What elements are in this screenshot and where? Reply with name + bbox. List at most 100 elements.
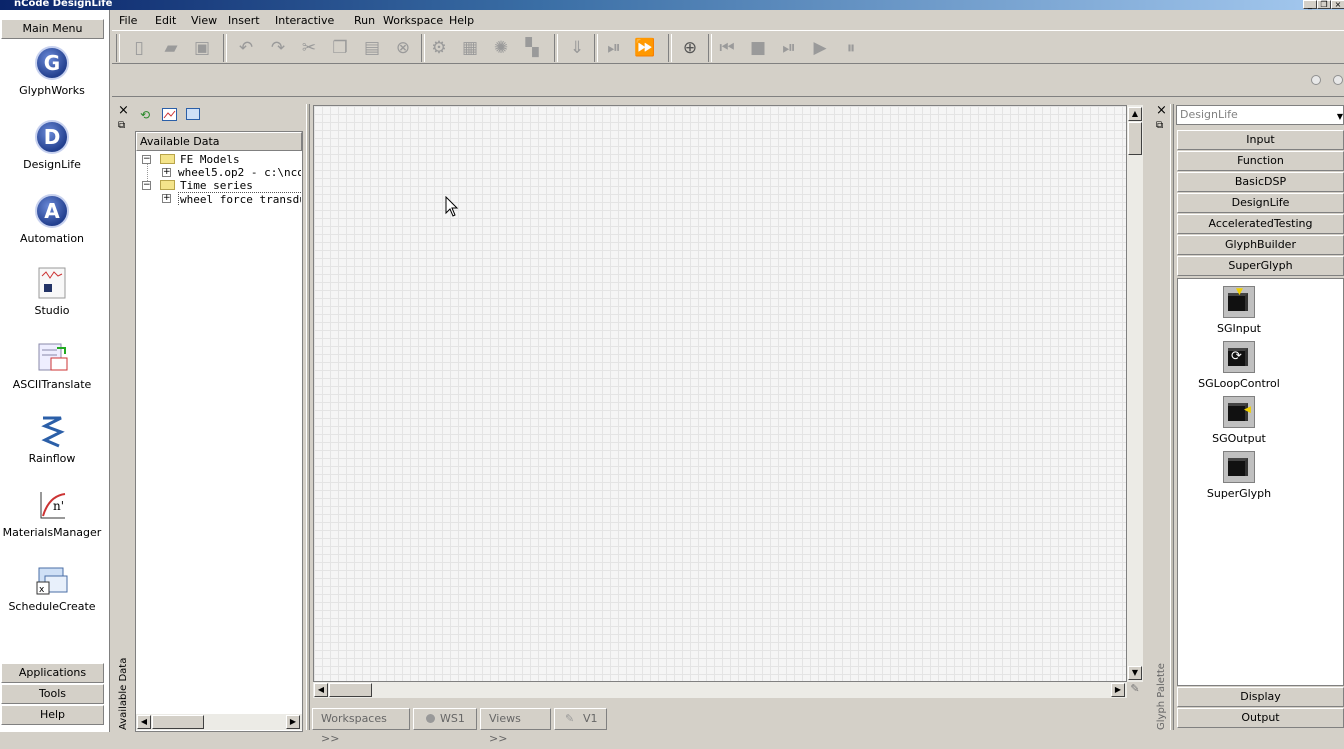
chevron-down-icon[interactable]: ▼ <box>1337 108 1343 126</box>
category-output[interactable]: Output <box>1177 708 1344 728</box>
launcher-designlife[interactable]: D DesignLife <box>0 118 104 171</box>
category-acceleratedtesting[interactable]: AcceleratedTesting <box>1177 214 1344 234</box>
menu-view[interactable]: View <box>191 14 217 27</box>
option-dot-icon[interactable] <box>1333 75 1343 85</box>
properties-icon[interactable]: ⚙ <box>426 35 452 61</box>
collapse-icon[interactable]: − <box>142 155 151 164</box>
category-input[interactable]: Input <box>1177 130 1344 150</box>
splitter[interactable] <box>1170 104 1174 730</box>
menu-edit[interactable]: Edit <box>155 14 176 27</box>
paste-icon[interactable]: ▤ <box>359 35 385 61</box>
menu-insert[interactable]: Insert <box>228 14 260 27</box>
designlife-icon: D <box>35 120 69 154</box>
category-function[interactable]: Function <box>1177 151 1344 171</box>
browse-data-icon[interactable] <box>186 108 200 120</box>
canvas-hscrollbar[interactable]: ◀ ▶ <box>313 682 1127 698</box>
pin-icon[interactable]: ✎ <box>1127 682 1143 698</box>
category-basicdsp[interactable]: BasicDSP <box>1177 172 1344 192</box>
close-icon[interactable]: × <box>118 104 129 117</box>
step-icon[interactable]: ⏯ <box>776 35 802 61</box>
category-display[interactable]: Display <box>1177 687 1344 707</box>
layout-icon[interactable]: ▚ <box>519 35 545 61</box>
skip-start-icon[interactable]: ⏮ <box>714 35 740 61</box>
expand-icon[interactable]: + <box>162 194 171 203</box>
menu-run[interactable]: Run <box>354 14 375 27</box>
float-panel-icon[interactable]: ⧉ <box>118 120 125 131</box>
canvas-vscrollbar[interactable]: ▲ ▼ <box>1127 105 1143 682</box>
palette-select[interactable]: DesignLife ▼ <box>1176 105 1344 125</box>
glyph-sgoutput[interactable]: ◀ SGOutput <box>1189 396 1289 445</box>
redo-icon[interactable]: ↷ <box>265 35 291 61</box>
option-dot-icon[interactable] <box>1311 75 1321 85</box>
splitter[interactable] <box>306 104 310 730</box>
launcher-glyphworks[interactable]: G GlyphWorks <box>0 44 104 97</box>
save-icon[interactable]: ▣ <box>189 35 215 61</box>
scroll-right-button[interactable]: ▶ <box>1111 683 1125 697</box>
scroll-left-button[interactable]: ◀ <box>137 715 151 729</box>
stop-icon[interactable]: ■ <box>745 35 771 61</box>
fast-forward-icon[interactable]: ⏩ <box>632 35 658 61</box>
views-tab[interactable]: Views >> <box>480 708 551 745</box>
tools-button[interactable]: Tools <box>1 684 104 704</box>
scroll-thumb[interactable] <box>1128 122 1142 155</box>
delete-icon[interactable]: ⊗ <box>390 35 416 61</box>
scroll-left-button[interactable]: ◀ <box>314 683 328 697</box>
close-icon[interactable]: × <box>1156 104 1167 117</box>
help-panel-button[interactable]: Help <box>1 705 104 725</box>
menu-workspace[interactable]: Workspace <box>383 14 443 27</box>
menu-help[interactable]: Help <box>449 14 474 27</box>
workspaces-tab[interactable]: Workspaces >> <box>312 708 410 745</box>
new-icon[interactable]: ▯ <box>126 35 152 61</box>
available-data-header: Available Data <box>136 132 302 151</box>
tree-node-fe-models[interactable]: − FE Models <box>141 153 301 166</box>
launcher-asciitranslate[interactable]: ASCIITranslate <box>0 340 104 391</box>
download-icon[interactable]: ⇓ <box>564 35 590 61</box>
cut-icon[interactable]: ✂ <box>296 35 322 61</box>
restore-button[interactable]: ❐ <box>1317 0 1331 9</box>
v1-tab[interactable]: ✎ V1 <box>554 708 607 730</box>
category-glyphbuilder[interactable]: GlyphBuilder <box>1177 235 1344 255</box>
glyph-sgloopcontrol[interactable]: ⟳ SGLoopControl <box>1189 341 1289 390</box>
tree-node-wheel5-op2[interactable]: + wheel5.op2 - c:\ncode <box>141 166 301 179</box>
menu-interactive[interactable]: Interactive <box>275 14 334 27</box>
launcher-automation[interactable]: A Automation <box>0 192 104 245</box>
view-icon: ✎ <box>565 712 575 725</box>
launcher-rainflow[interactable]: Rainflow <box>0 414 104 465</box>
glyph-sginput[interactable]: ▼ SGInput <box>1189 286 1289 335</box>
pause-icon[interactable]: ⏸ <box>838 35 864 61</box>
play-icon[interactable]: ▶ <box>807 35 833 61</box>
scroll-down-button[interactable]: ▼ <box>1128 666 1142 680</box>
step-forward-icon[interactable]: ⏯ <box>601 35 627 61</box>
launcher-studio[interactable]: Studio <box>0 266 104 317</box>
menu-file[interactable]: File <box>119 14 137 27</box>
settings-icon[interactable]: ✺ <box>488 35 514 61</box>
launcher-materialsmanager[interactable]: n' MaterialsManager <box>0 488 104 539</box>
float-panel-icon[interactable]: ⧉ <box>1156 120 1163 131</box>
category-designlife[interactable]: DesignLife <box>1177 193 1344 213</box>
data-panel-hscrollbar[interactable]: ◀ ▶ <box>136 714 302 730</box>
ws1-tab[interactable]: WS1 <box>413 708 477 730</box>
scroll-thumb[interactable] <box>152 715 204 729</box>
launcher-schedulecreate[interactable]: x ScheduleCreate <box>0 562 104 613</box>
add-icon[interactable]: ⊕ <box>677 35 703 61</box>
tree-node-time-series[interactable]: − Time series <box>141 179 301 192</box>
refresh-icon[interactable]: ⟲ <box>140 108 150 122</box>
expand-icon[interactable]: + <box>162 168 171 177</box>
glyph-superglyph[interactable]: SuperGlyph <box>1189 451 1289 500</box>
close-button[interactable]: × <box>1331 0 1344 9</box>
minimize-button[interactable]: _ <box>1303 0 1317 9</box>
undo-icon[interactable]: ↶ <box>233 35 259 61</box>
copy-icon[interactable]: ❐ <box>327 35 353 61</box>
category-superglyph[interactable]: SuperGlyph <box>1177 256 1344 276</box>
scroll-up-button[interactable]: ▲ <box>1128 107 1142 121</box>
tree-node-wheel-force[interactable]: + wheel_force_transduce <box>141 192 301 205</box>
workspace-canvas[interactable] <box>313 105 1127 682</box>
collapse-icon[interactable]: − <box>142 181 151 190</box>
scroll-thumb[interactable] <box>329 683 372 697</box>
chart-view-icon[interactable] <box>162 108 177 121</box>
main-menu-header[interactable]: Main Menu <box>1 19 104 39</box>
print-icon[interactable]: ▦ <box>457 35 483 61</box>
applications-button[interactable]: Applications <box>1 663 104 683</box>
scroll-right-button[interactable]: ▶ <box>286 715 300 729</box>
open-icon[interactable]: ▰ <box>158 35 184 61</box>
